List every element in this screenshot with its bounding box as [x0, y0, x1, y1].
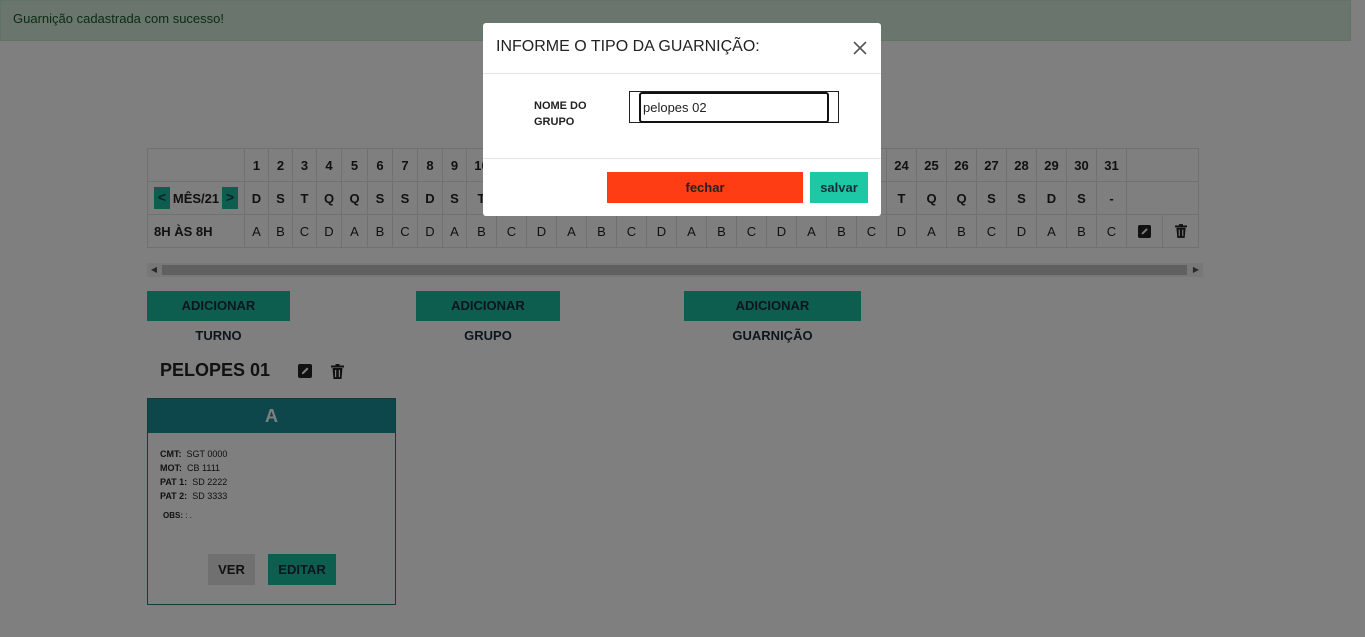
- close-icon[interactable]: [849, 37, 871, 59]
- close-button[interactable]: fechar: [607, 172, 803, 203]
- group-name-label: NOME DO GRUPO: [534, 100, 587, 128]
- modal-body: NOME DO GRUPO: [483, 74, 881, 159]
- modal-dialog: INFORME O TIPO DA GUARNIÇÃO: NOME DO GRU…: [483, 23, 881, 216]
- group-name-input[interactable]: [639, 92, 829, 123]
- save-button[interactable]: salvar: [810, 172, 868, 203]
- modal-header: INFORME O TIPO DA GUARNIÇÃO:: [483, 23, 881, 74]
- modal-title: INFORME O TIPO DA GUARNIÇÃO:: [496, 38, 760, 55]
